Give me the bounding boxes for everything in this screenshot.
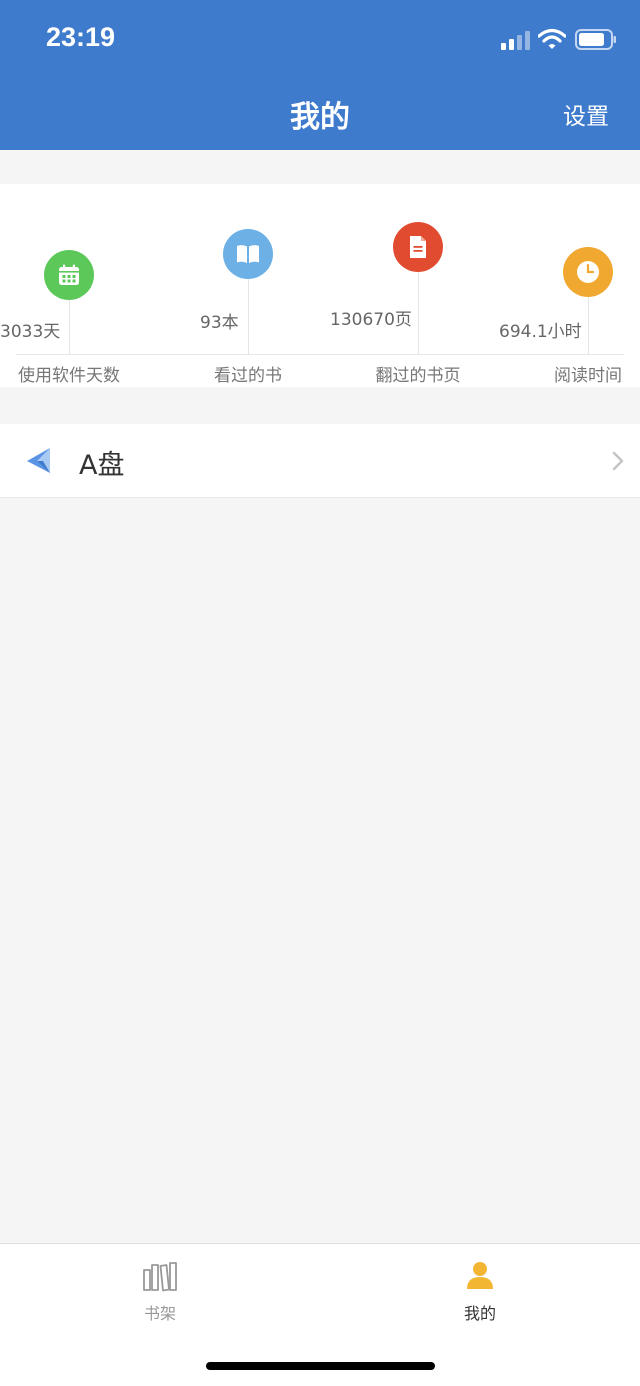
list-item-a-drive[interactable]: A盘 bbox=[0, 424, 640, 498]
page-title: 我的 bbox=[290, 100, 350, 135]
paper-plane-icon bbox=[27, 448, 50, 473]
reading-stats-card: 3033天 使用软件天数 93本 看过的书 130670页 翻过的书页 694.… bbox=[0, 184, 640, 387]
list-item-label: A盘 bbox=[79, 450, 125, 481]
nav-header: 23:19 我的 设置 bbox=[0, 0, 640, 150]
cellular-signal-icon bbox=[501, 30, 531, 50]
stat-books-label: 看过的书 bbox=[214, 366, 282, 386]
stat-time-value: 694.1小时 bbox=[499, 322, 582, 342]
stat-days-value: 3033天 bbox=[0, 322, 61, 342]
battery-icon bbox=[575, 29, 616, 50]
wifi-icon bbox=[538, 28, 566, 49]
document-icon bbox=[393, 222, 443, 272]
stat-stem bbox=[248, 279, 249, 354]
clock-icon bbox=[563, 247, 613, 297]
book-icon bbox=[223, 229, 273, 279]
stat-time-label: 阅读时间 bbox=[554, 366, 622, 386]
chevron-right-icon bbox=[612, 451, 624, 471]
calendar-icon bbox=[44, 250, 94, 300]
timeline-baseline bbox=[16, 354, 624, 355]
user-icon bbox=[467, 1262, 493, 1289]
tab-mine-label: 我的 bbox=[463, 1304, 496, 1323]
settings-button[interactable]: 设置 bbox=[563, 97, 609, 131]
stat-stem bbox=[418, 272, 419, 354]
status-time: 23:19 bbox=[46, 22, 116, 52]
home-indicator bbox=[206, 1362, 435, 1370]
stat-pages-label: 翻过的书页 bbox=[375, 366, 461, 386]
bookshelf-icon bbox=[143, 1262, 177, 1292]
stat-books-value: 93本 bbox=[200, 313, 239, 333]
stat-days-label: 使用软件天数 bbox=[18, 366, 120, 386]
tab-mine[interactable]: 我的 bbox=[420, 1244, 540, 1324]
tab-bookshelf-label: 书架 bbox=[143, 1304, 176, 1323]
tab-bookshelf[interactable]: 书架 bbox=[100, 1244, 220, 1324]
stat-pages-value: 130670页 bbox=[330, 310, 412, 330]
stat-stem bbox=[588, 297, 589, 354]
stat-stem bbox=[69, 300, 70, 354]
